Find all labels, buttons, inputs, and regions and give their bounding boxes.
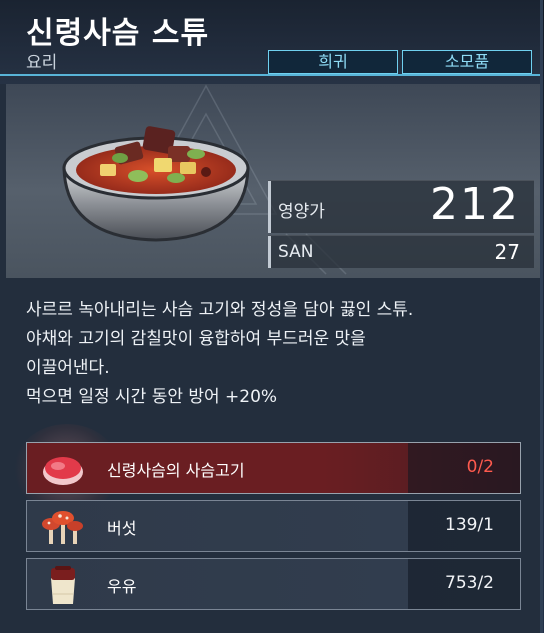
san-stat: SAN 27 <box>268 235 534 268</box>
item-detail-panel: 신령사슴 스튜 요리 희귀 소모품 영양가 212 SAN 27 사르르 녹아내… <box>0 0 543 633</box>
ingredient-row-milk[interactable]: 우유 753/2 <box>26 558 521 610</box>
header-divider <box>0 74 540 76</box>
san-label: SAN <box>278 242 314 262</box>
ingredient-row-mushroom[interactable]: 버섯 139/1 <box>26 500 521 552</box>
ingredient-list: 신령사슴의 사슴고기 0/2 버섯 139/1 우유 753/2 <box>26 442 521 616</box>
description-line: 사르르 녹아내리는 사슴 고기와 정성을 담아 끓인 스튜. <box>26 300 414 320</box>
description-line: 야채와 고기의 감칠맛이 융합하여 부드러운 맛을 <box>26 329 366 349</box>
description-line: 이끌어낸다. <box>26 358 110 378</box>
milk-jar-icon <box>51 566 75 604</box>
ingredient-name: 신령사슴의 사슴고기 <box>107 461 245 480</box>
item-description: 사르르 녹아내리는 사슴 고기와 정성을 담아 끓인 스튜. 야채와 고기의 감… <box>26 296 522 412</box>
nutrition-label: 영양가 <box>278 202 325 222</box>
ingredient-row-deer-meat[interactable]: 신령사슴의 사슴고기 0/2 <box>26 442 521 494</box>
ingredient-name: 우유 <box>107 577 137 596</box>
ingredient-name: 버섯 <box>107 519 137 538</box>
mushroom-icon <box>42 511 83 544</box>
nutrition-value: 212 <box>430 179 520 230</box>
nutrition-stat: 영양가 212 <box>268 179 534 233</box>
ingredient-quantity: 139/1 <box>445 515 494 535</box>
rarity-tag: 희귀 <box>268 50 398 74</box>
type-tag: 소모품 <box>402 50 532 74</box>
item-preview: 영양가 212 SAN 27 <box>6 84 540 278</box>
item-header: 신령사슴 스튜 요리 희귀 소모품 <box>0 0 540 84</box>
stew-icon <box>62 126 250 242</box>
ingredient-quantity: 753/2 <box>445 573 494 593</box>
deer-meat-icon <box>43 457 83 485</box>
item-title: 신령사슴 스튜 <box>26 16 210 51</box>
item-category: 요리 <box>26 53 58 73</box>
san-value: 27 <box>494 240 520 264</box>
ingredient-quantity: 0/2 <box>466 457 494 477</box>
description-line: 먹으면 일정 시간 동안 방어 +20% <box>26 387 278 407</box>
